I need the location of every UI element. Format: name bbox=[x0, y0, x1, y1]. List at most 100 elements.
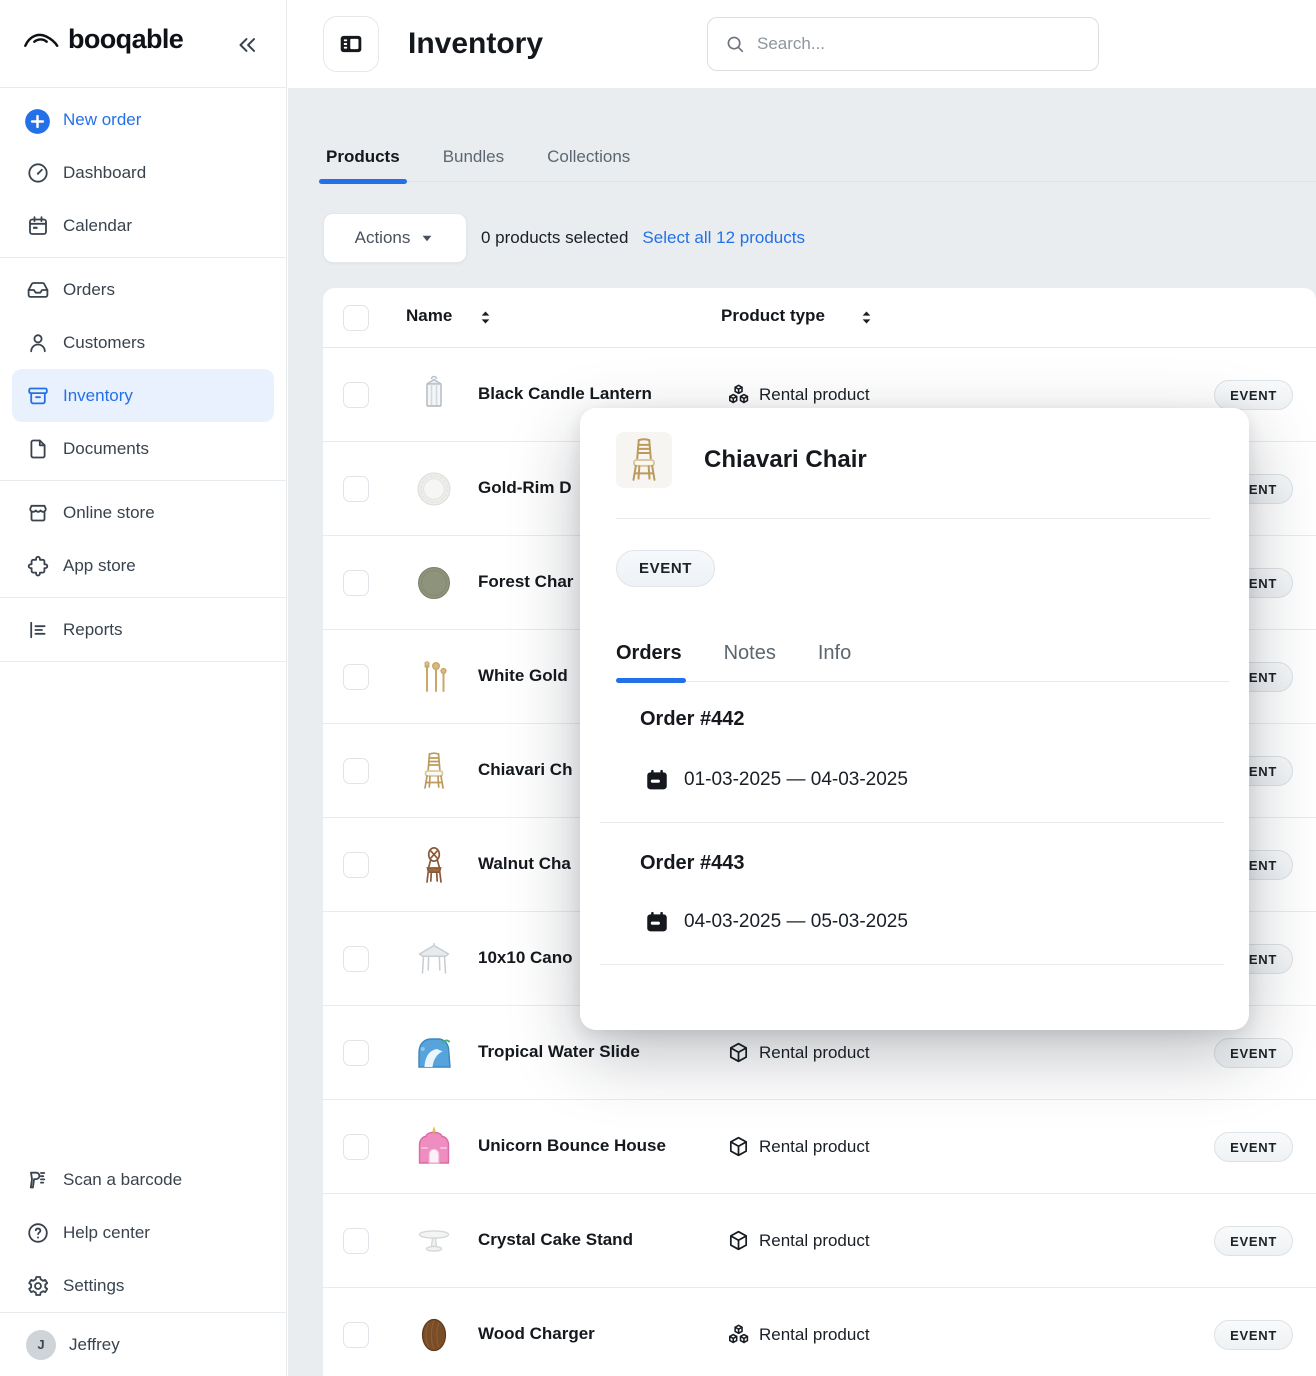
row-checkbox[interactable] bbox=[343, 1040, 369, 1066]
popover-active-tab-underline bbox=[616, 678, 686, 683]
file-icon bbox=[26, 437, 50, 461]
column-header-product-type: Product type bbox=[721, 306, 825, 326]
row-checkbox[interactable] bbox=[343, 570, 369, 596]
sidebar-item-label: App store bbox=[63, 556, 136, 576]
event-badge: EVENT bbox=[1214, 380, 1293, 410]
bulk-actions-toolbar: Actions 0 products selected Select all 1… bbox=[323, 213, 805, 263]
sidebar-item-help-center[interactable]: Help center bbox=[0, 1206, 286, 1259]
tab-bundles[interactable]: Bundles bbox=[440, 136, 507, 181]
popover-tab-notes[interactable]: Notes bbox=[724, 642, 776, 665]
sidebar-item-label: Dashboard bbox=[63, 163, 146, 183]
sidebar-item-label: Help center bbox=[63, 1223, 150, 1243]
sort-product-type-icon[interactable] bbox=[856, 307, 877, 328]
row-checkbox[interactable] bbox=[343, 758, 369, 784]
sidebar-item-label: Settings bbox=[63, 1276, 124, 1296]
boomerang-logo-icon bbox=[22, 27, 60, 53]
search-icon bbox=[724, 33, 746, 55]
product-name: Black Candle Lantern bbox=[478, 384, 652, 404]
actions-button[interactable]: Actions bbox=[323, 213, 467, 263]
brand-name: booqable bbox=[68, 24, 183, 55]
question-circle-icon bbox=[26, 1221, 50, 1245]
product-preview-popover: Chiavari Chair EVENT Orders Notes Info O… bbox=[580, 408, 1249, 1030]
collapse-sidebar-icon[interactable] bbox=[234, 32, 260, 58]
product-name: Wood Charger bbox=[478, 1324, 595, 1344]
event-badge: EVENT bbox=[1214, 1132, 1293, 1162]
cube-icon bbox=[727, 1229, 750, 1252]
plate-thumb bbox=[410, 465, 458, 513]
select-all-link[interactable]: Select all 12 products bbox=[642, 228, 805, 248]
tab-collections[interactable]: Collections bbox=[544, 136, 633, 181]
sidebar-item-calendar[interactable]: Calendar bbox=[0, 199, 286, 252]
product-type: Rental product bbox=[759, 1231, 870, 1251]
product-type: Rental product bbox=[759, 385, 870, 405]
row-checkbox[interactable] bbox=[343, 382, 369, 408]
inventory-page-icon-button[interactable] bbox=[323, 16, 379, 72]
storefront-icon bbox=[26, 501, 50, 525]
product-name: Walnut Cha bbox=[478, 854, 571, 874]
divider bbox=[600, 964, 1224, 965]
sidebar-section: Orders Customers Inventory Documents bbox=[0, 258, 286, 481]
gear-icon bbox=[26, 1274, 50, 1298]
tab-products[interactable]: Products bbox=[323, 136, 403, 181]
sidebar-item-scan-a-barcode[interactable]: Scan a barcode bbox=[0, 1153, 286, 1206]
order-number[interactable]: Order #443 bbox=[640, 852, 745, 875]
divider bbox=[600, 822, 1224, 823]
sidebar-item-label: Orders bbox=[63, 280, 115, 300]
page-title: Inventory bbox=[408, 27, 543, 61]
sidebar-item-label: Documents bbox=[63, 439, 149, 459]
panel-list-icon bbox=[336, 31, 366, 57]
order-number[interactable]: Order #442 bbox=[640, 708, 745, 731]
sidebar-item-documents[interactable]: Documents bbox=[0, 422, 286, 475]
event-badge: EVENT bbox=[1214, 1038, 1293, 1068]
gold-chair-thumb bbox=[410, 747, 458, 795]
sort-name-icon[interactable] bbox=[475, 307, 496, 328]
row-checkbox[interactable] bbox=[343, 946, 369, 972]
row-checkbox[interactable] bbox=[343, 852, 369, 878]
popover-tab-info[interactable]: Info bbox=[818, 642, 851, 665]
sidebar-item-dashboard[interactable]: Dashboard bbox=[0, 146, 286, 199]
sidebar-item-orders[interactable]: Orders bbox=[0, 263, 286, 316]
product-name: Chiavari Ch bbox=[478, 760, 572, 780]
sidebar-item-label: Calendar bbox=[63, 216, 132, 236]
event-badge: EVENT bbox=[1214, 1226, 1293, 1256]
calendar-solid-icon bbox=[644, 767, 670, 793]
user-menu[interactable]: J Jeffrey bbox=[0, 1312, 286, 1376]
inventory-tabs: Products Bundles Collections bbox=[323, 136, 1316, 182]
table-row[interactable]: Crystal Cake StandRental productEVENT bbox=[323, 1194, 1316, 1288]
order-date-range: 04-03-2025 — 05-03-2025 bbox=[684, 911, 908, 933]
cubes-cluster-icon bbox=[727, 1323, 750, 1346]
sidebar-item-online-store[interactable]: Online store bbox=[0, 486, 286, 539]
sidebar-item-label: Scan a barcode bbox=[63, 1170, 182, 1190]
row-checkbox[interactable] bbox=[343, 1134, 369, 1160]
search-input[interactable] bbox=[757, 34, 1082, 54]
sidebar-item-label: Inventory bbox=[63, 386, 133, 406]
canopy-thumb bbox=[410, 935, 458, 983]
sidebar-item-label: Online store bbox=[63, 503, 155, 523]
bounce-house-thumb bbox=[410, 1123, 458, 1171]
water-slide-thumb bbox=[410, 1029, 458, 1077]
gauge-icon bbox=[26, 161, 50, 185]
table-row[interactable]: Unicorn Bounce HouseRental productEVENT bbox=[323, 1100, 1316, 1194]
row-checkbox[interactable] bbox=[343, 476, 369, 502]
sidebar-item-inventory[interactable]: Inventory bbox=[12, 369, 274, 422]
sidebar-nav: New order Dashboard Calendar Orders Customer… bbox=[0, 88, 286, 662]
calendar-solid-icon bbox=[644, 909, 670, 935]
sidebar-item-label: Reports bbox=[63, 620, 123, 640]
sidebar-item-label: New order bbox=[63, 110, 141, 130]
row-checkbox[interactable] bbox=[343, 1228, 369, 1254]
sidebar-item-new-order[interactable]: New order bbox=[0, 93, 286, 146]
puzzle-icon bbox=[26, 554, 50, 578]
row-checkbox[interactable] bbox=[343, 664, 369, 690]
sidebar-item-settings[interactable]: Settings bbox=[0, 1259, 286, 1312]
popover-product-title: Chiavari Chair bbox=[704, 446, 867, 474]
sidebar-item-app-store[interactable]: App store bbox=[0, 539, 286, 592]
select-all-checkbox[interactable] bbox=[343, 305, 369, 331]
row-checkbox[interactable] bbox=[343, 1322, 369, 1348]
caret-down-icon bbox=[419, 230, 435, 246]
table-row[interactable]: Wood ChargerRental productEVENT bbox=[323, 1288, 1316, 1376]
search-box[interactable] bbox=[707, 17, 1099, 71]
product-name: Unicorn Bounce House bbox=[478, 1136, 666, 1156]
sidebar-item-customers[interactable]: Customers bbox=[0, 316, 286, 369]
popover-tab-orders[interactable]: Orders bbox=[616, 642, 682, 665]
sidebar-item-reports[interactable]: Reports bbox=[0, 603, 286, 656]
